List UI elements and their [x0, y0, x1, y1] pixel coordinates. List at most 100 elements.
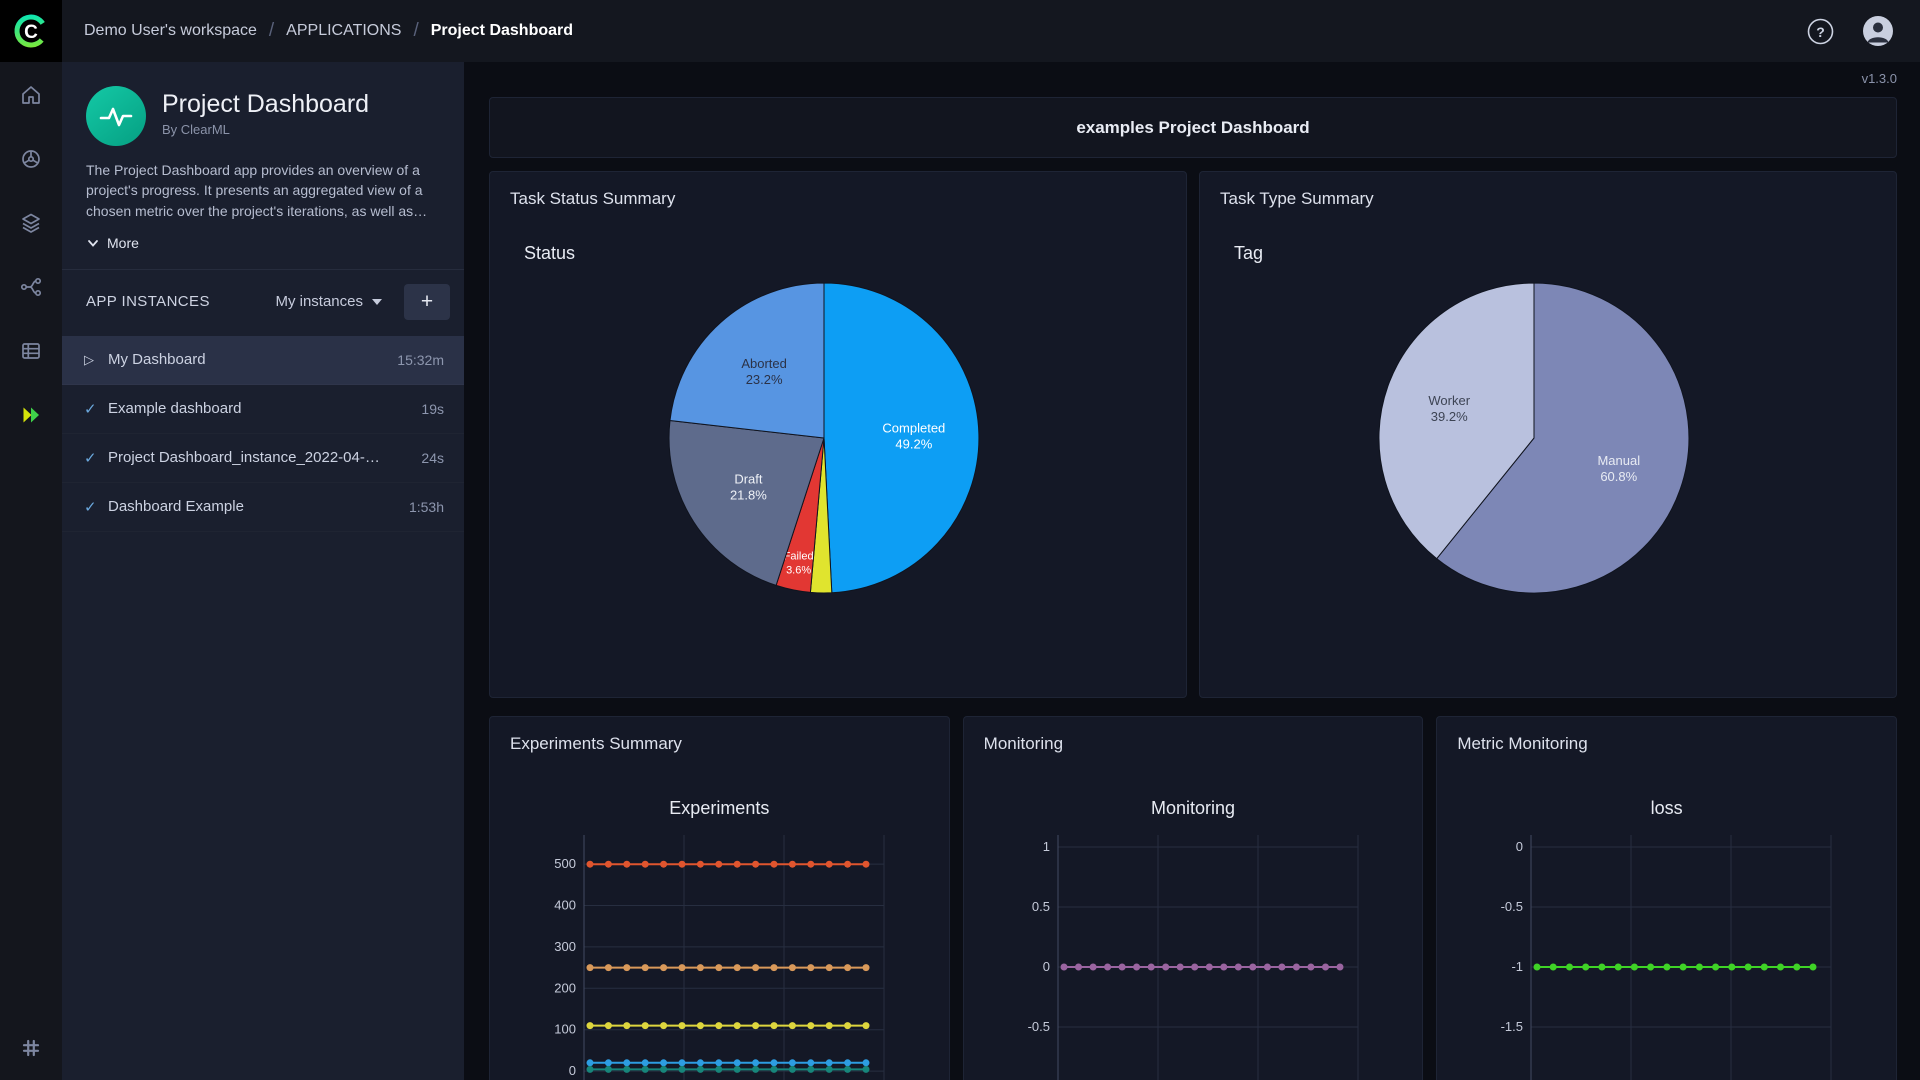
- data-point: [807, 1065, 815, 1073]
- user-avatar[interactable]: [1862, 15, 1894, 47]
- data-point: [788, 964, 796, 972]
- data-point: [1147, 963, 1155, 971]
- data-point: [715, 860, 723, 868]
- instance-row[interactable]: ✓ Example dashboard 19s: [62, 385, 464, 434]
- data-point: [1132, 963, 1140, 971]
- instances-filter-dropdown[interactable]: My instances: [269, 292, 388, 311]
- projects-icon[interactable]: [19, 147, 43, 171]
- data-point: [807, 964, 815, 972]
- more-button[interactable]: More: [86, 235, 139, 251]
- data-point: [770, 964, 778, 972]
- data-point: [1205, 963, 1213, 971]
- y-tick-label: 400: [554, 898, 576, 913]
- data-point: [623, 1022, 631, 1030]
- breadcrumb-item[interactable]: Demo User's workspace: [84, 22, 257, 40]
- data-point: [1060, 963, 1068, 971]
- more-label: More: [107, 234, 139, 251]
- instance-row[interactable]: ▷ My Dashboard 15:32m: [62, 335, 464, 385]
- data-point: [586, 1059, 594, 1067]
- help-icon[interactable]: ?: [1807, 18, 1834, 45]
- data-point: [696, 1065, 704, 1073]
- data-point: [1582, 963, 1590, 971]
- data-point: [1761, 963, 1769, 971]
- pie-slice-label: Aborted 23.2%: [741, 356, 787, 387]
- data-point: [844, 1059, 852, 1067]
- instance-name: Project Dashboard_instance_2022-04-…: [108, 449, 380, 467]
- card-title: Experiments Summary: [510, 734, 682, 753]
- data-point: [696, 860, 704, 868]
- data-point: [770, 1059, 778, 1067]
- pie-slice-label: Draft 21.8%: [730, 472, 767, 503]
- data-point: [641, 1065, 649, 1073]
- datasets-icon[interactable]: [19, 211, 43, 235]
- app-title: Project Dashboard: [162, 90, 370, 118]
- data-point: [770, 1022, 778, 1030]
- data-point: [1550, 963, 1558, 971]
- data-point: [807, 860, 815, 868]
- monitoring-card: Monitoring Monitoring 1 0.5 0 -0.5: [962, 716, 1424, 1080]
- data-point: [623, 860, 631, 868]
- data-point: [715, 1059, 723, 1067]
- pipelines-icon[interactable]: [19, 275, 43, 299]
- data-point: [1615, 963, 1623, 971]
- breadcrumb: Demo User's workspace / APPLICATIONS / Proje…: [84, 20, 573, 42]
- instance-row[interactable]: ✓ Dashboard Example 1:53h: [62, 483, 464, 532]
- data-point: [1647, 963, 1655, 971]
- data-point: [862, 1059, 870, 1067]
- data-point: [586, 964, 594, 972]
- data-point: [1190, 963, 1198, 971]
- data-point: [660, 860, 668, 868]
- caret-down-icon: [372, 298, 382, 305]
- data-point: [696, 964, 704, 972]
- monitoring-row: Experiments Summary Experiments 500 400 300…: [489, 716, 1897, 1080]
- y-tick-label: -0.5: [1501, 899, 1523, 914]
- data-point: [1321, 963, 1329, 971]
- y-tick-label: 0.5: [1032, 899, 1050, 914]
- data-point: [788, 860, 796, 868]
- data-point: [752, 1065, 760, 1073]
- monitoring-line-chart: Monitoring 1 0.5 0 -0.5: [964, 798, 1423, 1080]
- chart-title: loss: [1650, 798, 1683, 818]
- card-title: Monitoring: [983, 734, 1064, 753]
- y-tick-label: 200: [554, 980, 576, 995]
- experiments-line-chart: Experiments 500 400 300 200 100 0: [490, 798, 949, 1080]
- workers-queues-icon[interactable]: [19, 339, 43, 363]
- breadcrumb-item[interactable]: Project Dashboard: [431, 22, 573, 40]
- dashboard-header-card: examples Project Dashboard: [489, 97, 1897, 158]
- home-icon[interactable]: [19, 83, 43, 107]
- y-tick-label: 0: [1042, 959, 1049, 974]
- data-point: [660, 1022, 668, 1030]
- instance-duration: 15:32m: [397, 351, 444, 368]
- data-point: [660, 1065, 668, 1073]
- data-point: [660, 964, 668, 972]
- data-point: [844, 964, 852, 972]
- line-chart-svg: 500 400 300 200 100 0: [554, 835, 885, 1080]
- svg-text:?: ?: [1816, 24, 1825, 40]
- app-byline: By ClearML: [162, 122, 230, 137]
- data-point: [715, 1065, 723, 1073]
- data-point: [604, 964, 612, 972]
- data-point: [862, 860, 870, 868]
- data-point: [715, 964, 723, 972]
- instance-duration: 24s: [421, 449, 444, 466]
- instance-row[interactable]: ✓ Project Dashboard_instance_2022-04-… 24s: [62, 434, 464, 483]
- data-point: [678, 860, 686, 868]
- community-slack-icon[interactable]: [19, 1036, 43, 1060]
- chart-title: Tag: [1234, 243, 1264, 263]
- applications-icon[interactable]: [19, 403, 43, 427]
- chart-title: Monitoring: [1150, 798, 1236, 818]
- experiments-summary-card: Experiments Summary Experiments 500 400 300…: [489, 716, 950, 1080]
- add-instance-button[interactable]: +: [404, 283, 450, 320]
- clearml-logo[interactable]: C: [0, 0, 62, 62]
- check-icon: ✓: [84, 449, 97, 467]
- check-icon: ✓: [84, 400, 97, 418]
- topbar-actions: ?: [1807, 15, 1894, 47]
- data-point: [733, 1065, 741, 1073]
- version-label: v1.3.0: [1861, 71, 1897, 86]
- data-point: [770, 860, 778, 868]
- breadcrumb-item[interactable]: APPLICATIONS: [286, 22, 401, 40]
- loss-line-chart: loss 0 -0.5 -1 -1.5: [1437, 798, 1896, 1080]
- app-icon: [86, 86, 146, 146]
- check-icon: ✓: [84, 498, 97, 516]
- instance-name: My Dashboard: [108, 351, 206, 369]
